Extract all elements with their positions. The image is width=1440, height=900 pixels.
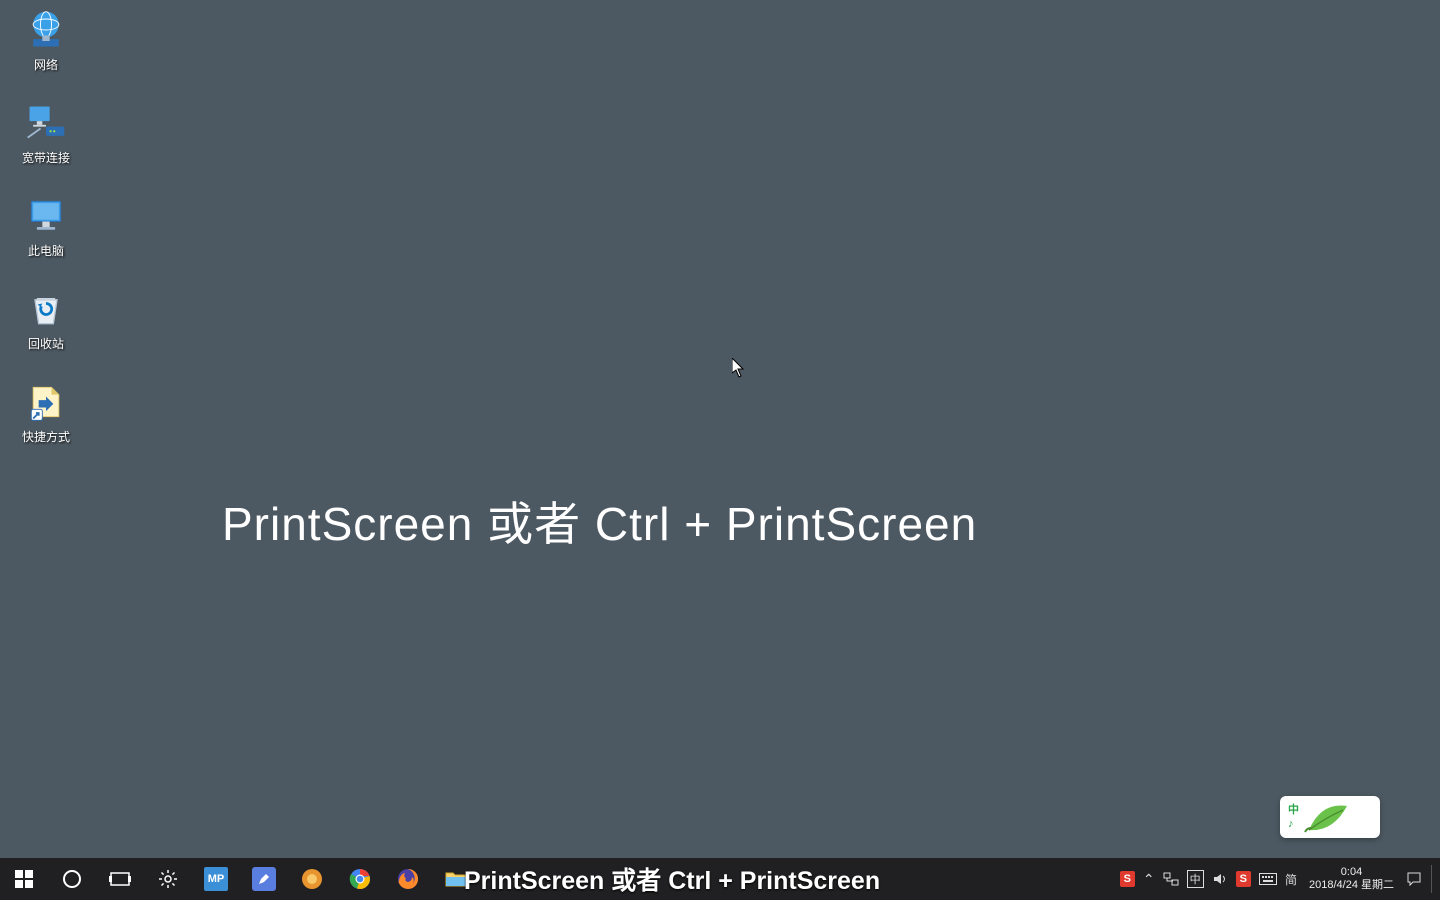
recycle-bin-icon (24, 287, 68, 331)
tray-chevron-up-button[interactable]: ⌃ (1139, 858, 1159, 900)
volume-icon (1212, 871, 1228, 887)
desktop-icon-grid: 网络 宽带连接 (8, 8, 84, 445)
mp-badge-icon: MP (204, 867, 228, 891)
taskbar-pinned-apps: MP (0, 858, 480, 900)
orange-circle-icon (300, 867, 324, 891)
tray-sogou-icon[interactable]: S (1116, 858, 1139, 900)
ime-float-indicators: 中 ♪ (1288, 803, 1299, 831)
sogou-badge-icon: S (1236, 871, 1251, 887)
taskbar-clock[interactable]: 0:04 2018/4/24 星期二 (1301, 858, 1402, 900)
ime-lang-label: 简 (1285, 871, 1297, 888)
cortana-circle-icon (62, 869, 82, 889)
tray-network-button[interactable] (1159, 858, 1183, 900)
desktop-icon-label: 此电脑 (28, 242, 64, 259)
pencil-icon (252, 867, 276, 891)
desktop-icon-this-pc[interactable]: 此电脑 (8, 194, 84, 259)
file-explorer-button[interactable] (432, 858, 480, 900)
tray-volume-button[interactable] (1208, 858, 1232, 900)
overlay-instruction-text: PrintScreen 或者 Ctrl + PrintScreen (222, 488, 977, 554)
system-tray: S ⌃ 中 S (1116, 858, 1440, 900)
clock-time: 0:04 (1341, 866, 1362, 879)
tray-keyboard-button[interactable] (1255, 858, 1281, 900)
shortcut-icon (24, 380, 68, 424)
desktop-icon-broadband[interactable]: 宽带连接 (8, 101, 84, 166)
show-desktop-button[interactable] (1426, 858, 1436, 900)
cursor-icon (732, 358, 746, 378)
desktop-icon-label: 网络 (34, 56, 58, 73)
task-view-button[interactable] (96, 858, 144, 900)
desktop-icon-label: 快捷方式 (22, 428, 70, 445)
firefox-icon (396, 867, 420, 891)
ime-float-panel[interactable]: 中 ♪ (1280, 796, 1380, 838)
ime-mode-indicator: ♪ (1288, 817, 1299, 831)
desktop-icon-label: 回收站 (28, 335, 64, 352)
editor-app-button[interactable] (240, 858, 288, 900)
network-tray-icon (1163, 871, 1179, 887)
network-icon (24, 8, 68, 52)
ime-zh-icon: 中 (1187, 870, 1204, 888)
windows-logo-icon (15, 870, 33, 888)
ime-lang-indicator: 中 (1288, 803, 1299, 817)
ime-leaf-icon (1303, 800, 1351, 834)
tray-ime-lang-button[interactable]: 简 (1281, 858, 1301, 900)
chrome-icon (348, 867, 372, 891)
tray-sogou2-button[interactable]: S (1232, 858, 1255, 900)
desktop-icon-label: 宽带连接 (22, 149, 70, 166)
mp-app-button[interactable]: MP (192, 858, 240, 900)
desktop-icon-recycle-bin[interactable]: 回收站 (8, 287, 84, 352)
folder-icon (444, 867, 468, 891)
sogou-badge-icon: S (1120, 871, 1135, 887)
settings-button[interactable] (144, 858, 192, 900)
desktop-icon-shortcut[interactable]: 快捷方式 (8, 380, 84, 445)
cortana-button[interactable] (48, 858, 96, 900)
keyboard-icon (1259, 873, 1277, 885)
taskbar-overlay-instruction-text: PrintScreen 或者 Ctrl + PrintScreen (464, 858, 880, 900)
task-view-icon (109, 870, 131, 888)
chrome-button[interactable] (336, 858, 384, 900)
clock-date: 2018/4/24 星期二 (1309, 879, 1394, 892)
gear-icon (158, 869, 178, 889)
action-center-icon (1406, 871, 1422, 887)
broadband-icon (24, 101, 68, 145)
taskbar: MP (0, 858, 1440, 900)
orange-app-button[interactable] (288, 858, 336, 900)
this-pc-icon (24, 194, 68, 238)
desktop-icon-network[interactable]: 网络 (8, 8, 84, 73)
desktop[interactable]: 网络 宽带连接 (0, 0, 1440, 858)
start-button[interactable] (0, 858, 48, 900)
chevron-up-icon: ⌃ (1143, 871, 1155, 888)
tray-ime-zh-button[interactable]: 中 (1183, 858, 1208, 900)
firefox-button[interactable] (384, 858, 432, 900)
tray-action-center-button[interactable] (1402, 858, 1426, 900)
